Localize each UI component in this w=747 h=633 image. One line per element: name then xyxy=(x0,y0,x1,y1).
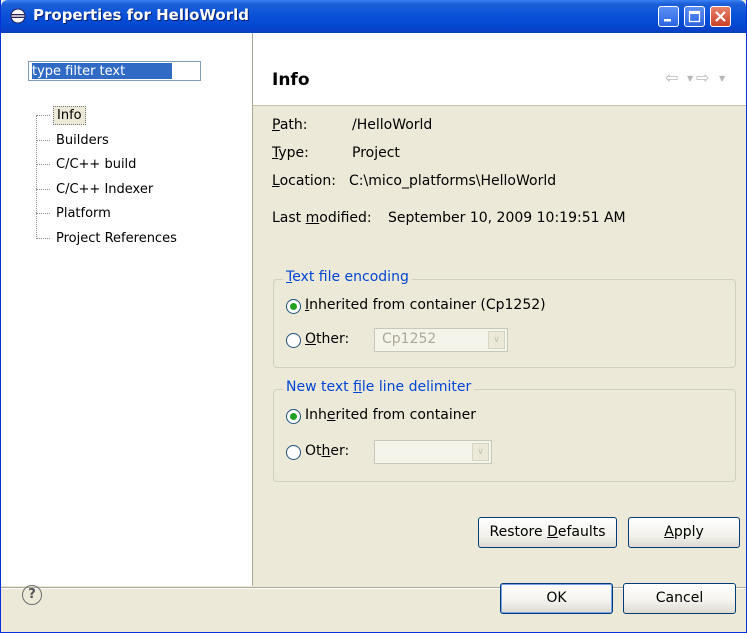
eclipse-icon xyxy=(10,8,26,24)
line-delimiter-legend: New text file line delimiter xyxy=(283,379,475,395)
tree-item-label: C/C++ build xyxy=(56,157,137,172)
line-delimiter-group xyxy=(273,389,736,482)
encoding-other-select[interactable]: Cp1252 ∨ xyxy=(374,328,508,352)
encoding-inherited-label: Inherited from container (Cp1252) xyxy=(305,297,546,313)
forward-dropdown-icon[interactable]: ▼ xyxy=(719,74,725,83)
last-modified-value: September 10, 2009 10:19:51 AM xyxy=(388,210,626,226)
minimize-icon xyxy=(664,19,671,22)
tree-item-label: Info xyxy=(53,106,86,125)
tree-item-cpp-indexer[interactable]: C/C++ Indexer xyxy=(31,180,156,200)
delimiter-other-select[interactable]: ∨ xyxy=(374,440,492,464)
type-label: Type: xyxy=(272,145,309,161)
tree-item-builders[interactable]: Builders xyxy=(31,131,112,151)
filter-input[interactable] xyxy=(32,63,172,79)
apply-button[interactable]: Apply xyxy=(628,517,740,548)
cancel-button[interactable]: Cancel xyxy=(623,583,736,614)
back-arrow-icon[interactable]: ⇦ xyxy=(665,68,678,87)
close-icon xyxy=(715,11,726,22)
text-file-encoding-legend: Text file encoding xyxy=(283,269,412,285)
delimiter-other-radio[interactable] xyxy=(286,445,301,460)
path-label: Path: xyxy=(272,117,308,133)
encoding-other-value: Cp1252 xyxy=(382,331,437,347)
location-label: Location: xyxy=(272,173,336,189)
type-row: Type: Project xyxy=(272,145,400,161)
encoding-other-radio[interactable] xyxy=(286,333,301,348)
encoding-other-label: Other: xyxy=(305,331,350,347)
tree-item-cpp-build[interactable]: C/C++ build xyxy=(31,155,139,175)
tree-item-project-references[interactable]: Project References xyxy=(31,229,180,249)
minimize-button[interactable] xyxy=(658,6,679,27)
delimiter-inherited-radio[interactable] xyxy=(286,409,301,424)
tree-item-label: Project References xyxy=(56,231,177,246)
text-file-encoding-group xyxy=(273,279,736,368)
title-bar[interactable]: Properties for HelloWorld xyxy=(1,0,746,33)
delimiter-inherited-label: Inherited from container xyxy=(305,407,476,423)
window-title: Properties for HelloWorld xyxy=(33,6,249,24)
last-modified-label: Last modified: xyxy=(272,210,372,226)
properties-dialog: Properties for HelloWorld Info Builders … xyxy=(0,0,747,633)
last-modified-row: Last modified: September 10, 2009 10:19:… xyxy=(272,210,626,226)
location-value: C:\mico_platforms\HelloWorld xyxy=(349,173,557,189)
close-button[interactable] xyxy=(710,6,731,27)
type-value: Project xyxy=(352,145,400,161)
page-title: Info xyxy=(272,70,310,90)
path-value: /HelloWorld xyxy=(352,117,433,133)
tree-item-label: C/C++ Indexer xyxy=(56,182,154,197)
restore-defaults-button[interactable]: Restore Defaults xyxy=(478,517,617,548)
encoding-inherited-radio[interactable] xyxy=(286,299,301,314)
back-dropdown-icon[interactable]: ▼ xyxy=(687,74,693,83)
help-icon[interactable]: ? xyxy=(22,585,42,605)
location-row: Location: C:\mico_platforms\HelloWorld xyxy=(272,173,556,189)
filter-field[interactable] xyxy=(28,61,201,81)
tree-item-label: Builders xyxy=(56,133,109,148)
tree-item-platform[interactable]: Platform xyxy=(31,204,114,224)
maximize-icon xyxy=(688,10,701,23)
ok-button[interactable]: OK xyxy=(500,583,613,614)
forward-arrow-icon[interactable]: ⇨ xyxy=(696,68,709,87)
chevron-down-icon[interactable]: ∨ xyxy=(488,331,505,349)
maximize-button[interactable] xyxy=(684,6,705,27)
tree-item-info[interactable]: Info xyxy=(31,106,86,126)
tree-item-label: Platform xyxy=(56,206,111,221)
delimiter-other-label: Other: xyxy=(305,443,350,459)
path-row: Path: /HelloWorld xyxy=(272,117,432,133)
chevron-down-icon[interactable]: ∨ xyxy=(472,443,489,461)
